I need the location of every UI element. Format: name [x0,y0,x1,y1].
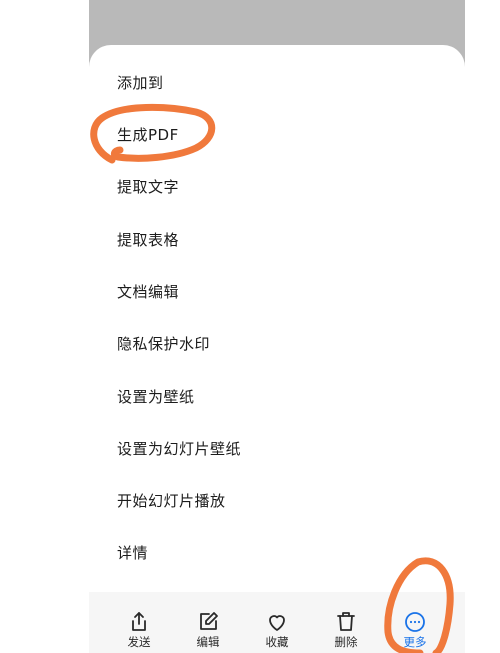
more-options-sheet: 添加到 生成PDF 提取文字 提取表格 文档编辑 隐私保护水印 设置为壁纸 设置… [89,45,465,653]
more-dots-icon [403,610,427,634]
menu-item-add-to[interactable]: 添加到 [117,68,164,98]
menu-item-details[interactable]: 详情 [117,538,148,568]
favorite-button[interactable]: 收藏 [247,592,307,653]
send-label: 发送 [127,635,151,649]
edit-button[interactable]: 编辑 [178,592,238,653]
menu-item-extract-text[interactable]: 提取文字 [117,172,179,202]
favorite-label: 收藏 [265,635,289,649]
menu-item-privacy-watermark[interactable]: 隐私保护水印 [117,329,210,359]
delete-label: 删除 [334,635,358,649]
menu-item-set-slideshow-wallpaper[interactable]: 设置为幻灯片壁纸 [117,434,241,464]
photo-viewer-screen: 添加到 生成PDF 提取文字 提取表格 文档编辑 隐私保护水印 设置为壁纸 设置… [0,0,500,653]
menu-item-extract-table[interactable]: 提取表格 [117,225,179,255]
share-icon [127,610,151,634]
edit-label: 编辑 [196,635,220,649]
bottom-toolbar: 发送 编辑 收藏 删除 更多 [89,592,465,653]
more-button[interactable]: 更多 [385,592,445,653]
edit-icon [196,610,220,634]
phone-screen: 添加到 生成PDF 提取文字 提取表格 文档编辑 隐私保护水印 设置为壁纸 设置… [89,0,465,653]
more-label: 更多 [403,635,427,649]
heart-icon [265,610,289,634]
trash-icon [334,610,358,634]
send-button[interactable]: 发送 [109,592,169,653]
menu-item-start-slideshow[interactable]: 开始幻灯片播放 [117,486,226,516]
menu-item-set-wallpaper[interactable]: 设置为壁纸 [117,382,195,412]
menu-item-document-edit[interactable]: 文档编辑 [117,277,179,307]
menu-item-generate-pdf[interactable]: 生成PDF [117,120,179,150]
delete-button[interactable]: 删除 [316,592,376,653]
